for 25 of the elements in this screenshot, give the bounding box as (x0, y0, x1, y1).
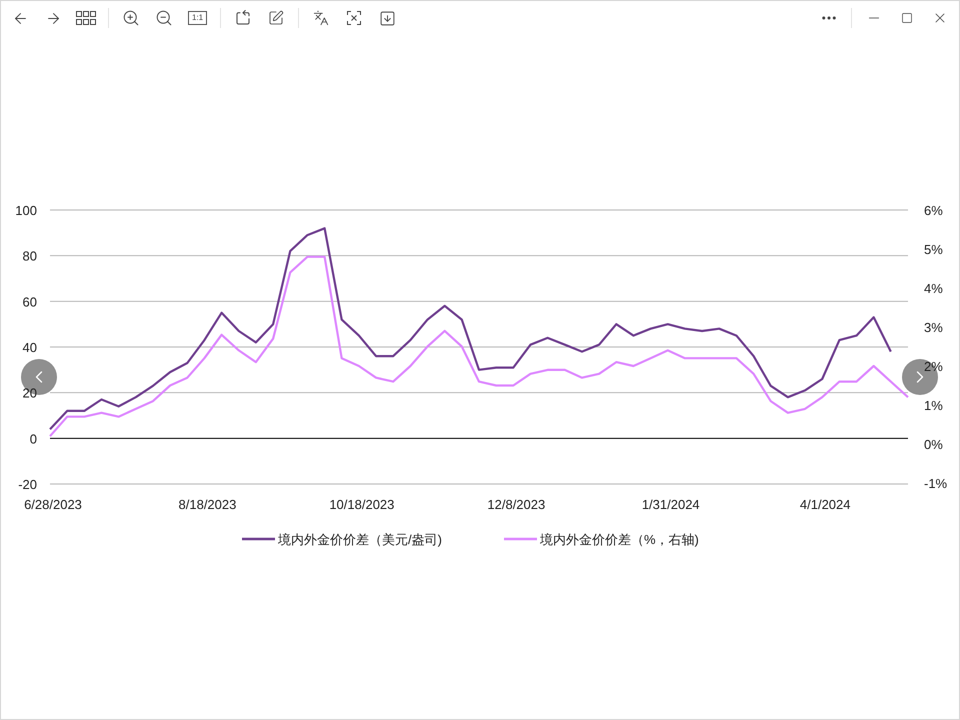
axis-tick-label: 40 (22, 340, 37, 355)
axis-tick-label: 5% (924, 242, 943, 257)
axis-tick-label: 6/28/2023 (24, 497, 82, 512)
legend-label: 境内外金价价差（%，右轴) (540, 532, 699, 547)
axis-tick-label: 60 (22, 294, 37, 310)
legend-line-icon (242, 538, 275, 540)
legend-label: 境内外金价价差（美元/盎司) (278, 532, 442, 547)
axis-tick-label: -20 (18, 477, 37, 492)
axis-tick-label: 100 (15, 203, 37, 218)
axis-tick-label: 10/18/2023 (329, 497, 394, 512)
axis-tick-label: 3% (924, 320, 943, 335)
axis-tick-label: 0% (924, 437, 943, 452)
legend-line-icon (504, 538, 537, 540)
axis-tick-label: -1% (924, 476, 948, 491)
axis-tick-label: 12/8/2023 (487, 497, 546, 512)
axis-tick-label: 6% (924, 203, 943, 218)
axis-tick-label: 8/18/2023 (178, 497, 236, 512)
axis-tick-label: 4/1/2024 (800, 497, 850, 512)
axis-tick-label: 0 (30, 431, 37, 446)
axis-tick-label: 1% (924, 398, 943, 413)
actual-size-button[interactable]: 1:1 (188, 11, 208, 25)
axis-tick-label: 80 (22, 248, 37, 264)
axis-tick-label: 4% (924, 281, 943, 296)
axis-tick-label: 1/31/2024 (642, 497, 700, 512)
axis-tick-label: 20 (22, 386, 37, 401)
